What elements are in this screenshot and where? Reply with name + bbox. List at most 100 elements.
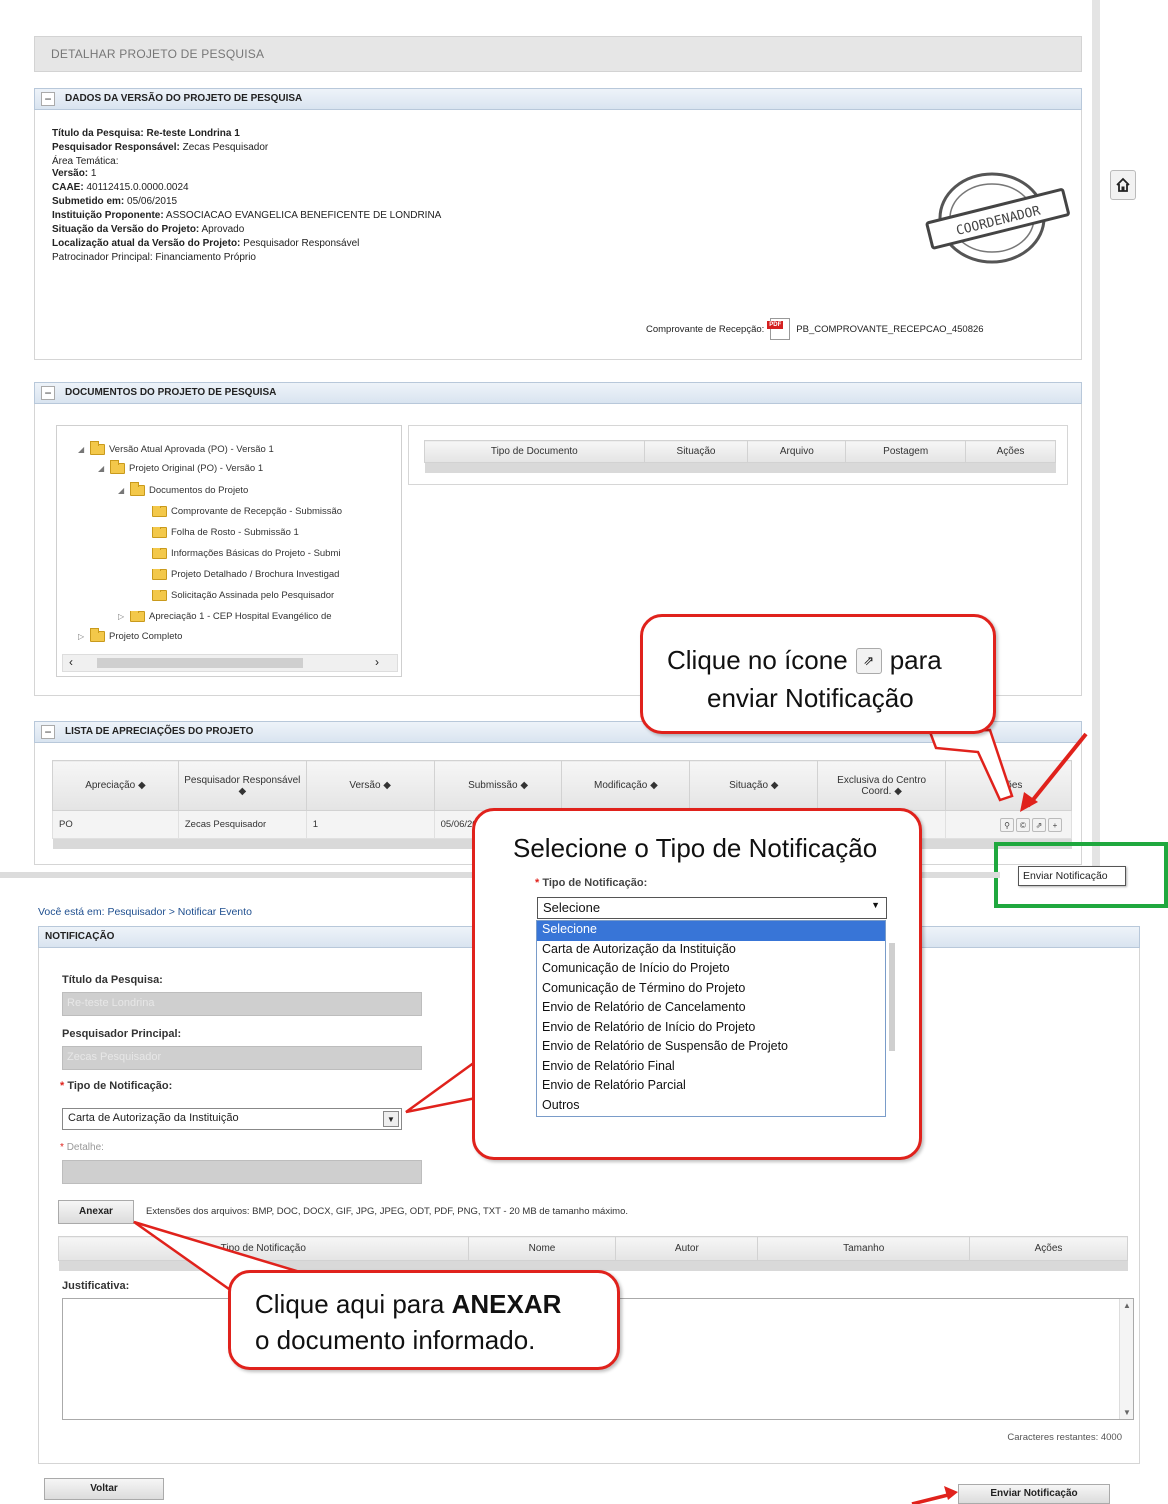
tree-node[interactable]: ◢ Versão Atual Aprovada (PO) - Versão 1 (78, 441, 274, 455)
callout-anexar-line-2: o documento informado. (255, 1325, 536, 1355)
titulo-label: Título da Pesquisa: (62, 974, 163, 986)
comprovante-file-link[interactable]: PB_COMPROVANTE_RECEPCAO_450826 (796, 324, 983, 335)
chevron-down-icon: ▼ (871, 900, 880, 910)
dropdown-option[interactable]: Envio de Relatório de Início do Projeto (537, 1019, 885, 1039)
panel-dados-header[interactable]: − DADOS DA VERSÃO DO PROJETO DE PESQUISA (34, 88, 1082, 110)
scroll-up-icon: ▲ (1123, 1301, 1131, 1310)
tree-node[interactable]: ▷ Projeto Completo (78, 628, 182, 642)
tipo-notificacao-dropdown[interactable]: Selecione Carta de Autorização da Instit… (536, 920, 886, 1117)
col-submissao[interactable]: Submissão ◆ (433, 760, 563, 811)
breadcrumb: Você está em: Pesquisador > Notificar Ev… (38, 906, 252, 918)
tree-node[interactable]: Informações Básicas do Projeto - Submi (152, 548, 400, 559)
voltar-button[interactable]: Voltar (44, 1478, 164, 1500)
anexar-button[interactable]: Anexar (58, 1200, 134, 1224)
enviar-notificacao-button[interactable]: Enviar Notificação (958, 1484, 1110, 1504)
tree-node[interactable]: ◢ Projeto Original (PO) - Versão 1 (98, 460, 263, 474)
home-icon (1116, 177, 1130, 192)
collapse-icon[interactable]: − (41, 386, 55, 400)
tree-horizontal-scrollbar[interactable]: ‹ › (62, 654, 398, 672)
info-instituicao: Instituição Proponente: ASSOCIACAO EVANG… (52, 210, 442, 221)
col-acoes: Ações (965, 440, 1056, 463)
col-nome[interactable]: Nome (467, 1236, 617, 1261)
folder-icon (90, 628, 105, 642)
panel-documentos-header[interactable]: − DOCUMENTOS DO PROJETO DE PESQUISA (34, 382, 1082, 404)
dropdown-option[interactable]: Selecione (537, 921, 885, 941)
tree-node[interactable]: Projeto Detalhado / Brochura Investigad (152, 569, 400, 580)
scroll-thumb[interactable] (97, 658, 303, 668)
col-postagem[interactable]: Postagem (845, 440, 967, 463)
col-apreciacao[interactable]: Apreciação ◆ (52, 760, 179, 811)
dropdown-option[interactable]: Carta de Autorização da Instituição (537, 941, 885, 961)
col-autor[interactable]: Autor (615, 1236, 759, 1261)
col-tipo-notificacao[interactable]: Tipo de Notificação (58, 1236, 469, 1261)
cell-acoes: ⚲ © ⇗ + (945, 810, 1072, 839)
panel-documentos-title: DOCUMENTOS DO PROJETO DE PESQUISA (65, 387, 277, 398)
comprovante-row: Comprovante de Recepção: PDF PB_COMPROVA… (646, 318, 984, 340)
dropdown-option[interactable]: Envio de Relatório de Suspensão de Proje… (537, 1038, 885, 1058)
panel-dados-title: DADOS DA VERSÃO DO PROJETO DE PESQUISA (65, 93, 303, 104)
chars-remaining: Caracteres restantes: 4000 (1007, 1432, 1122, 1443)
add-icon[interactable]: + (1048, 817, 1062, 832)
panel-notificacao-title: NOTIFICAÇÃO (45, 931, 115, 942)
documents-table: Tipo de Documento Situação Arquivo Posta… (424, 440, 1056, 473)
extensions-hint: Extensões dos arquivos: BMP, DOC, DOCX, … (146, 1206, 629, 1217)
underlying-scroll (889, 943, 895, 1051)
folder-icon (130, 611, 145, 622)
dropdown-option[interactable]: Envio de Relatório Final (537, 1058, 885, 1078)
page-title: DETALHAR PROJETO DE PESQUISA (34, 36, 1082, 72)
col-tipo-documento[interactable]: Tipo de Documento (424, 440, 645, 463)
tipo-notificacao-select[interactable]: Carta de Autorização da Instituição ▼ (62, 1108, 402, 1130)
info-versao: Versão: 1 (52, 168, 97, 179)
dropdown-option[interactable]: Envio de Relatório de Cancelamento (537, 999, 885, 1019)
col-arquivo[interactable]: Arquivo (747, 440, 847, 463)
textarea-scrollbar[interactable]: ▲ ▼ (1119, 1299, 1133, 1419)
folder-icon (152, 590, 167, 601)
col-pesquisador[interactable]: Pesquisador Responsável ◆ (177, 760, 307, 811)
folder-icon (152, 506, 167, 517)
chevron-down-icon[interactable]: ▼ (383, 1111, 399, 1127)
col-modificacao[interactable]: Modificação ◆ (561, 760, 691, 811)
callout-enviar-icone: Clique no ícone ⇗ para enviar Notificaçã… (640, 614, 996, 734)
info-caae: CAAE: 40112415.0.0000.0024 (52, 182, 189, 193)
tree-node[interactable]: ▷ Apreciação 1 - CEP Hospital Evangélico … (118, 611, 400, 622)
panel-apreciacoes-title: LISTA DE APRECIAÇÕES DO PROJETO (65, 726, 254, 737)
col-exclusiva[interactable]: Exclusiva do Centro Coord. ◆ (817, 760, 947, 811)
info-localizacao: Localização atual da Versão do Projeto: … (52, 238, 360, 249)
search-icon[interactable]: ⚲ (1000, 817, 1014, 832)
pesquisador-label: Pesquisador Principal: (62, 1028, 182, 1040)
scroll-right-icon[interactable]: › (375, 655, 379, 669)
dropdown-option[interactable]: Comunicação de Início do Projeto (537, 960, 885, 980)
callout-select-box[interactable]: Selecione ▼ (537, 897, 887, 919)
tree-node[interactable]: Folha de Rosto - Submissão 1 (152, 527, 400, 538)
folder-icon (90, 441, 105, 455)
collapse-icon[interactable]: − (41, 92, 55, 106)
dropdown-option[interactable]: Envio de Relatório Parcial (537, 1077, 885, 1097)
anexos-table: Tipo de Notificação Nome Autor Tamanho A… (58, 1236, 1128, 1271)
dropdown-option[interactable]: Outros (537, 1097, 885, 1117)
tree-node[interactable]: Solicitação Assinada pelo Pesquisador (152, 590, 400, 601)
copy-icon[interactable]: © (1016, 817, 1030, 832)
table-footer-bar (59, 1261, 1128, 1271)
info-pesquisador: Pesquisador Responsável: Zecas Pesquisad… (52, 142, 269, 153)
folder-icon (130, 482, 145, 496)
tipo-selected-value: Carta de Autorização da Instituição (68, 1112, 239, 1124)
col-versao[interactable]: Versão ◆ (305, 760, 435, 811)
info-patrocinador: Patrocinador Principal: Financiamento Pr… (52, 252, 256, 263)
comprovante-label: Comprovante de Recepção: (646, 323, 765, 335)
col-tamanho[interactable]: Tamanho (757, 1236, 971, 1261)
external-link-icon: ⇗ (855, 647, 882, 674)
table-footer-bar (425, 463, 1056, 473)
folder-icon (152, 569, 167, 580)
cell-apreciacao: PO (52, 810, 179, 839)
home-button[interactable] (1110, 170, 1136, 200)
tree-node[interactable]: ◢ Documentos do Projeto (118, 482, 248, 496)
scroll-left-icon[interactable]: ‹ (69, 655, 73, 669)
col-acoes: Ações (969, 1236, 1128, 1261)
send-notification-icon[interactable]: ⇗ (1032, 817, 1046, 832)
col-situacao[interactable]: Situação ◆ (689, 760, 819, 811)
pdf-icon[interactable]: PDF (767, 318, 791, 340)
tree-node[interactable]: Comprovante de Recepção - Submissão (152, 506, 400, 517)
col-situacao[interactable]: Situação (643, 440, 749, 463)
collapse-icon[interactable]: − (41, 725, 55, 739)
dropdown-option[interactable]: Comunicação de Término do Projeto (537, 980, 885, 1000)
